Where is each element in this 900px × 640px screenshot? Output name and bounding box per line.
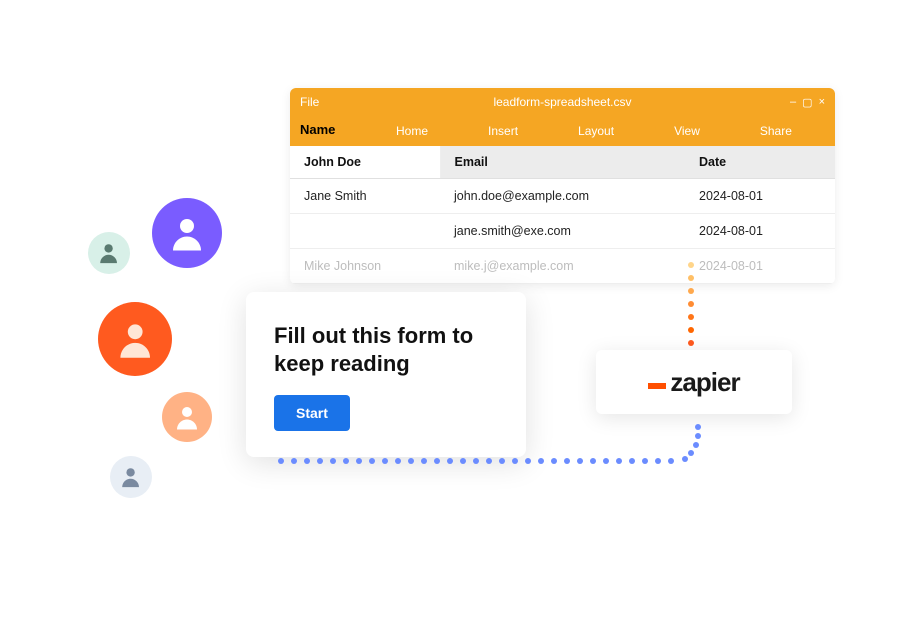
zapier-card: zapier <box>596 350 792 414</box>
window-titlebar: File leadform-spreadsheet.csv – ▢ × <box>290 88 835 116</box>
zapier-mark-icon <box>648 383 666 389</box>
cell[interactable]: John Doe <box>290 146 440 179</box>
tab-insert[interactable]: Insert <box>488 124 518 138</box>
tab-layout[interactable]: Layout <box>578 124 614 138</box>
person-icon <box>96 240 121 265</box>
column-header-date[interactable]: Date <box>685 146 835 179</box>
avatar <box>88 232 130 274</box>
file-menu[interactable]: File <box>300 95 319 109</box>
tab-view[interactable]: View <box>674 124 700 138</box>
cell[interactable]: mike.j@example.com <box>440 249 685 284</box>
cell[interactable]: 2024-08-01 <box>685 249 835 284</box>
connector-dots-vertical <box>688 262 694 346</box>
table-row: Mike Johnson mike.j@example.com 2024-08-… <box>290 249 835 284</box>
person-icon <box>166 212 208 254</box>
cell[interactable]: john.doe@example.com <box>440 179 685 214</box>
table-row: jane.smith@exe.com 2024-08-01 <box>290 214 835 249</box>
minimize-icon[interactable]: – <box>790 96 796 108</box>
connector-dots-horizontal <box>278 458 674 464</box>
cell[interactable]: 2024-08-01 <box>685 179 835 214</box>
spreadsheet-window: File leadform-spreadsheet.csv – ▢ × Name… <box>290 88 835 284</box>
start-button[interactable]: Start <box>274 395 350 431</box>
cell[interactable]: jane.smith@exe.com <box>440 214 685 249</box>
close-icon[interactable]: × <box>819 96 825 108</box>
zapier-logo: zapier <box>648 367 739 398</box>
lead-form-card: Fill out this form to keep reading Start <box>246 292 526 457</box>
cell[interactable] <box>290 214 440 249</box>
cell[interactable]: Mike Johnson <box>290 249 440 284</box>
spreadsheet-table: John Doe Email Date Jane Smith john.doe@… <box>290 146 835 284</box>
person-icon <box>118 464 143 489</box>
person-icon <box>113 317 157 361</box>
cell[interactable]: 2024-08-01 <box>685 214 835 249</box>
form-headline: Fill out this form to keep reading <box>274 322 498 377</box>
tab-share[interactable]: Share <box>760 124 792 138</box>
name-column-label: Name <box>300 122 335 137</box>
avatar <box>162 392 212 442</box>
table-header-row: John Doe Email Date <box>290 146 835 179</box>
cell[interactable]: Jane Smith <box>290 179 440 214</box>
spreadsheet-menubar: Name Home Insert Layout View Share <box>290 116 835 146</box>
table-row: Jane Smith john.doe@example.com 2024-08-… <box>290 179 835 214</box>
column-header-email[interactable]: Email <box>440 146 685 179</box>
person-icon <box>172 402 202 432</box>
zapier-wordmark: zapier <box>670 367 739 398</box>
window-title: leadform-spreadsheet.csv <box>290 95 835 109</box>
avatar <box>152 198 222 268</box>
avatar <box>98 302 172 376</box>
maximize-icon[interactable]: ▢ <box>802 96 812 109</box>
tab-home[interactable]: Home <box>396 124 428 138</box>
avatar <box>110 456 152 498</box>
